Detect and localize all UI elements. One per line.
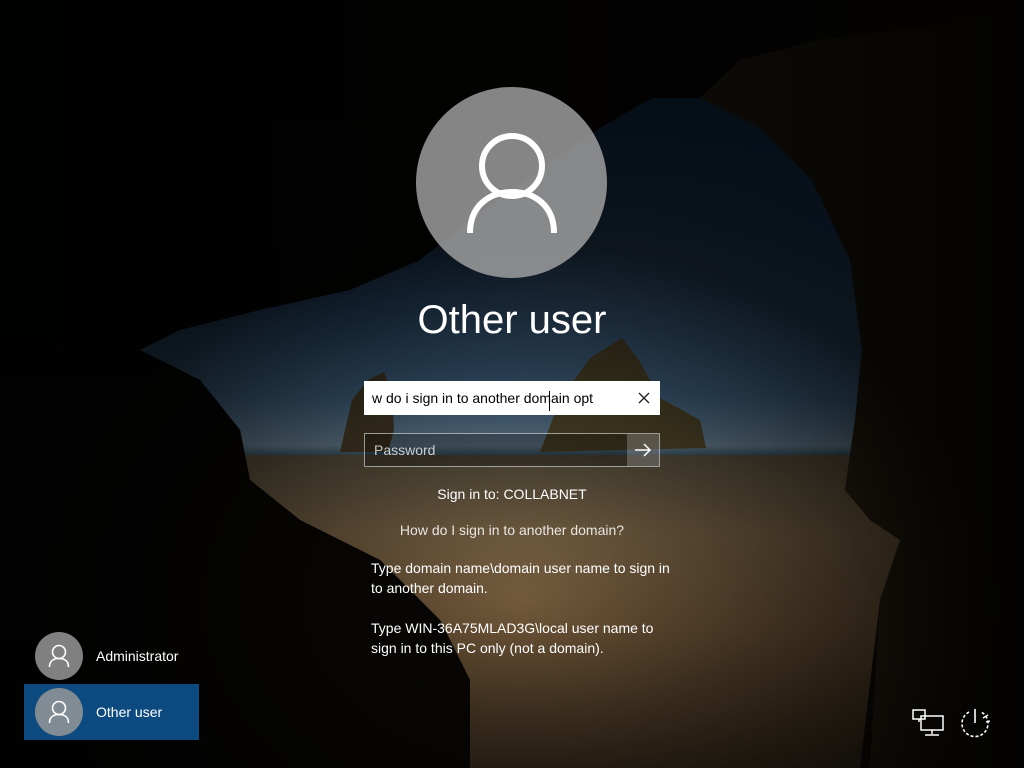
user-avatar bbox=[416, 87, 607, 278]
tile-label: Administrator bbox=[96, 648, 179, 664]
username-field[interactable]: w do i sign in to another domain opt bbox=[364, 381, 660, 415]
tile-label: Other user bbox=[96, 704, 163, 720]
password-input[interactable] bbox=[365, 433, 627, 467]
power-icon bbox=[961, 709, 991, 738]
domain-help-link[interactable]: How do I sign in to another domain? bbox=[312, 522, 712, 538]
sign-in-to-domain: Sign in to: COLLABNET bbox=[437, 486, 587, 502]
user-icon bbox=[48, 644, 70, 668]
network-icon bbox=[912, 709, 944, 736]
username-value: w do i sign in to another domain opt bbox=[372, 390, 594, 406]
user-icon bbox=[48, 700, 70, 724]
user-title: Other user bbox=[417, 298, 607, 342]
local-help-text: Type WIN-36A75MLAD3G\local user name to … bbox=[371, 620, 654, 656]
submit-button[interactable] bbox=[627, 434, 659, 466]
user-tile-administrator[interactable]: Administrator bbox=[24, 628, 199, 684]
text-caret bbox=[549, 391, 550, 411]
network-button[interactable] bbox=[910, 705, 946, 741]
clear-username-button[interactable] bbox=[628, 381, 660, 415]
power-button[interactable] bbox=[957, 705, 993, 741]
tile-avatar bbox=[35, 632, 83, 680]
password-field[interactable] bbox=[364, 433, 660, 467]
domain-help-text: Type domain name\domain user name to sig… bbox=[371, 560, 670, 596]
user-icon bbox=[466, 132, 557, 233]
lock-screen: Other user w do i sign in to another dom… bbox=[0, 0, 1024, 768]
close-icon bbox=[638, 392, 650, 404]
user-tile-other-user[interactable]: Other user bbox=[24, 684, 199, 740]
tile-avatar bbox=[35, 688, 83, 736]
username-input[interactable]: w do i sign in to another domain opt bbox=[364, 390, 628, 406]
arrow-right-icon bbox=[635, 443, 652, 457]
